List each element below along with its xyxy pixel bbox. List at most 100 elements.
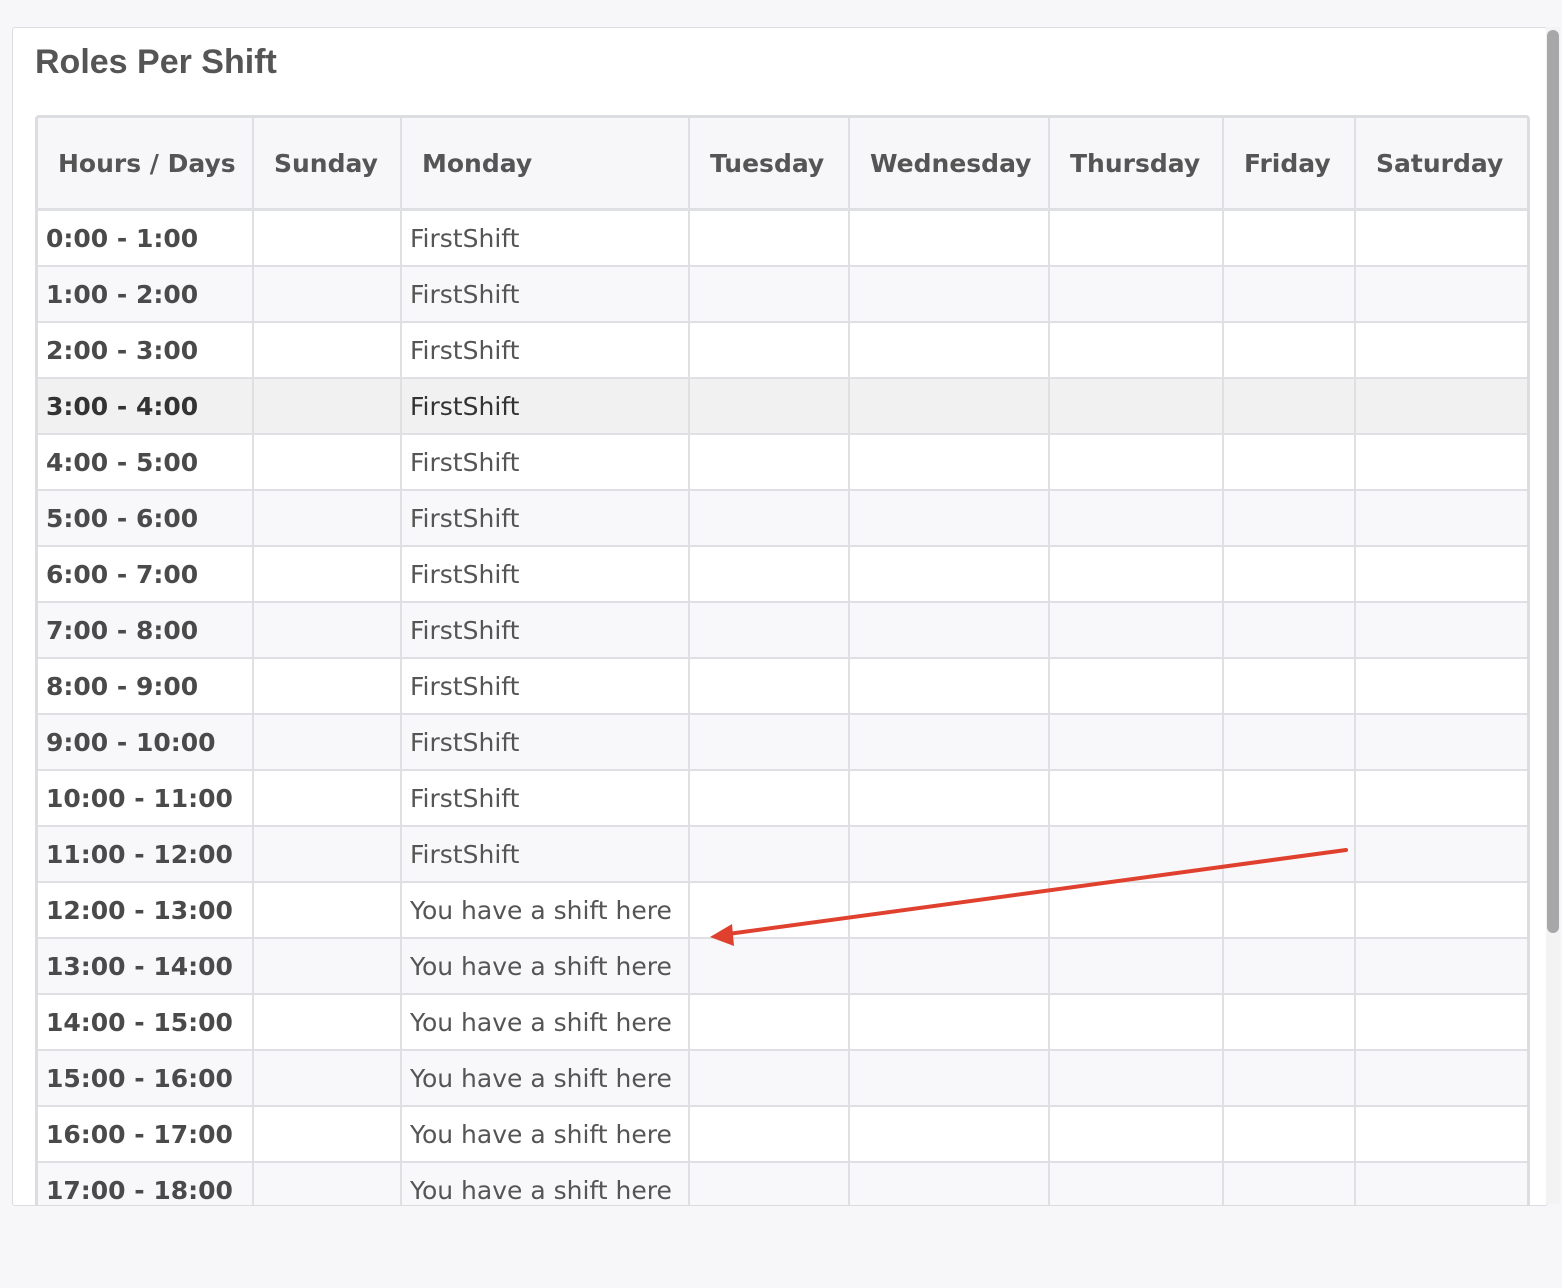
cell-saturday[interactable]	[1354, 769, 1527, 827]
cell-tuesday[interactable]	[688, 489, 850, 547]
cell-sunday[interactable]	[252, 601, 402, 659]
cell-sunday[interactable]	[252, 265, 402, 323]
cell-saturday[interactable]	[1354, 1105, 1527, 1163]
cell-tuesday[interactable]	[688, 265, 850, 323]
cell-wednesday[interactable]	[848, 545, 1050, 603]
cell-wednesday[interactable]	[848, 265, 1050, 323]
cell-monday[interactable]: You have a shift here	[400, 1161, 690, 1205]
cell-monday[interactable]: You have a shift here	[400, 937, 690, 995]
cell-saturday[interactable]	[1354, 881, 1527, 939]
cell-wednesday[interactable]	[848, 1105, 1050, 1163]
cell-monday[interactable]: FirstShift	[400, 657, 690, 715]
cell-thursday[interactable]	[1048, 993, 1224, 1051]
cell-saturday[interactable]	[1354, 377, 1527, 435]
cell-saturday[interactable]	[1354, 825, 1527, 883]
cell-wednesday[interactable]	[848, 1049, 1050, 1107]
cell-friday[interactable]	[1222, 433, 1356, 491]
cell-thursday[interactable]	[1048, 1161, 1224, 1205]
scrollbar-thumb[interactable]	[1547, 30, 1559, 933]
cell-friday[interactable]	[1222, 1049, 1356, 1107]
cell-sunday[interactable]	[252, 489, 402, 547]
cell-saturday[interactable]	[1354, 545, 1527, 603]
cell-sunday[interactable]	[252, 825, 402, 883]
cell-saturday[interactable]	[1354, 1161, 1527, 1205]
cell-wednesday[interactable]	[848, 993, 1050, 1051]
cell-monday[interactable]: FirstShift	[400, 769, 690, 827]
cell-tuesday[interactable]	[688, 657, 850, 715]
cell-wednesday[interactable]	[848, 769, 1050, 827]
cell-thursday[interactable]	[1048, 321, 1224, 379]
cell-thursday[interactable]	[1048, 545, 1224, 603]
cell-monday[interactable]: You have a shift here	[400, 1049, 690, 1107]
cell-tuesday[interactable]	[688, 1049, 850, 1107]
cell-wednesday[interactable]	[848, 825, 1050, 883]
cell-friday[interactable]	[1222, 321, 1356, 379]
cell-wednesday[interactable]	[848, 1161, 1050, 1205]
cell-tuesday[interactable]	[688, 937, 850, 995]
cell-sunday[interactable]	[252, 1049, 402, 1107]
cell-saturday[interactable]	[1354, 433, 1527, 491]
cell-monday[interactable]: You have a shift here	[400, 993, 690, 1051]
cell-monday[interactable]: FirstShift	[400, 433, 690, 491]
cell-friday[interactable]	[1222, 769, 1356, 827]
cell-friday[interactable]	[1222, 377, 1356, 435]
cell-sunday[interactable]	[252, 881, 402, 939]
cell-tuesday[interactable]	[688, 208, 850, 267]
cell-sunday[interactable]	[252, 937, 402, 995]
cell-wednesday[interactable]	[848, 321, 1050, 379]
cell-sunday[interactable]	[252, 1105, 402, 1163]
cell-monday[interactable]: FirstShift	[400, 265, 690, 323]
cell-thursday[interactable]	[1048, 377, 1224, 435]
cell-monday[interactable]: You have a shift here	[400, 881, 690, 939]
cell-sunday[interactable]	[252, 545, 402, 603]
cell-monday[interactable]: FirstShift	[400, 321, 690, 379]
cell-tuesday[interactable]	[688, 601, 850, 659]
cell-friday[interactable]	[1222, 993, 1356, 1051]
cell-sunday[interactable]	[252, 377, 402, 435]
cell-friday[interactable]	[1222, 1105, 1356, 1163]
cell-thursday[interactable]	[1048, 489, 1224, 547]
cell-monday[interactable]: FirstShift	[400, 377, 690, 435]
schedule-table-container[interactable]: Hours / Days Sunday Monday Tuesday Wedne…	[35, 115, 1530, 1205]
cell-friday[interactable]	[1222, 713, 1356, 771]
cell-saturday[interactable]	[1354, 993, 1527, 1051]
cell-wednesday[interactable]	[848, 657, 1050, 715]
cell-monday[interactable]: FirstShift	[400, 825, 690, 883]
cell-sunday[interactable]	[252, 321, 402, 379]
cell-wednesday[interactable]	[848, 208, 1050, 267]
cell-tuesday[interactable]	[688, 433, 850, 491]
cell-saturday[interactable]	[1354, 208, 1527, 267]
cell-thursday[interactable]	[1048, 265, 1224, 323]
cell-sunday[interactable]	[252, 657, 402, 715]
cell-thursday[interactable]	[1048, 208, 1224, 267]
cell-wednesday[interactable]	[848, 489, 1050, 547]
cell-monday[interactable]: FirstShift	[400, 545, 690, 603]
cell-tuesday[interactable]	[688, 1105, 850, 1163]
cell-thursday[interactable]	[1048, 713, 1224, 771]
cell-friday[interactable]	[1222, 545, 1356, 603]
cell-friday[interactable]	[1222, 1161, 1356, 1205]
cell-sunday[interactable]	[252, 993, 402, 1051]
cell-sunday[interactable]	[252, 433, 402, 491]
cell-thursday[interactable]	[1048, 1105, 1224, 1163]
cell-tuesday[interactable]	[688, 769, 850, 827]
cell-thursday[interactable]	[1048, 1049, 1224, 1107]
cell-sunday[interactable]	[252, 1161, 402, 1205]
cell-monday[interactable]: You have a shift here	[400, 1105, 690, 1163]
cell-tuesday[interactable]	[688, 881, 850, 939]
cell-monday[interactable]: FirstShift	[400, 713, 690, 771]
cell-thursday[interactable]	[1048, 825, 1224, 883]
cell-monday[interactable]: FirstShift	[400, 489, 690, 547]
cell-tuesday[interactable]	[688, 321, 850, 379]
cell-friday[interactable]	[1222, 825, 1356, 883]
cell-wednesday[interactable]	[848, 601, 1050, 659]
cell-saturday[interactable]	[1354, 265, 1527, 323]
cell-tuesday[interactable]	[688, 825, 850, 883]
cell-sunday[interactable]	[252, 713, 402, 771]
cell-monday[interactable]: FirstShift	[400, 601, 690, 659]
cell-saturday[interactable]	[1354, 601, 1527, 659]
cell-saturday[interactable]	[1354, 1049, 1527, 1107]
cell-friday[interactable]	[1222, 601, 1356, 659]
cell-friday[interactable]	[1222, 881, 1356, 939]
cell-thursday[interactable]	[1048, 769, 1224, 827]
